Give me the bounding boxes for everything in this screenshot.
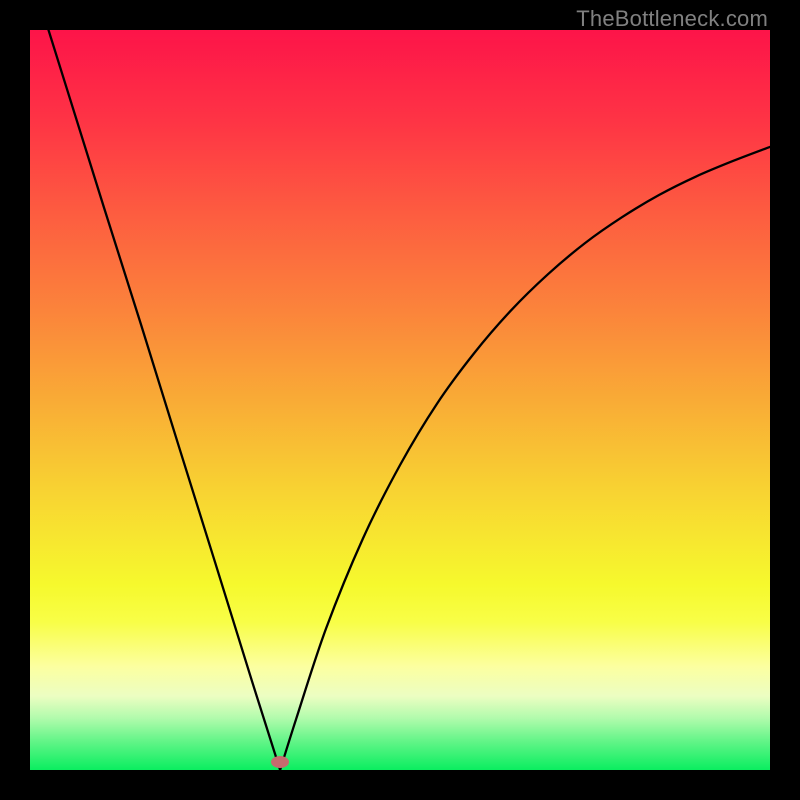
optimum-marker xyxy=(271,756,289,768)
background-gradient xyxy=(30,30,770,770)
plot-area xyxy=(30,30,770,770)
watermark-text: TheBottleneck.com xyxy=(576,6,768,32)
chart-frame: TheBottleneck.com xyxy=(0,0,800,800)
